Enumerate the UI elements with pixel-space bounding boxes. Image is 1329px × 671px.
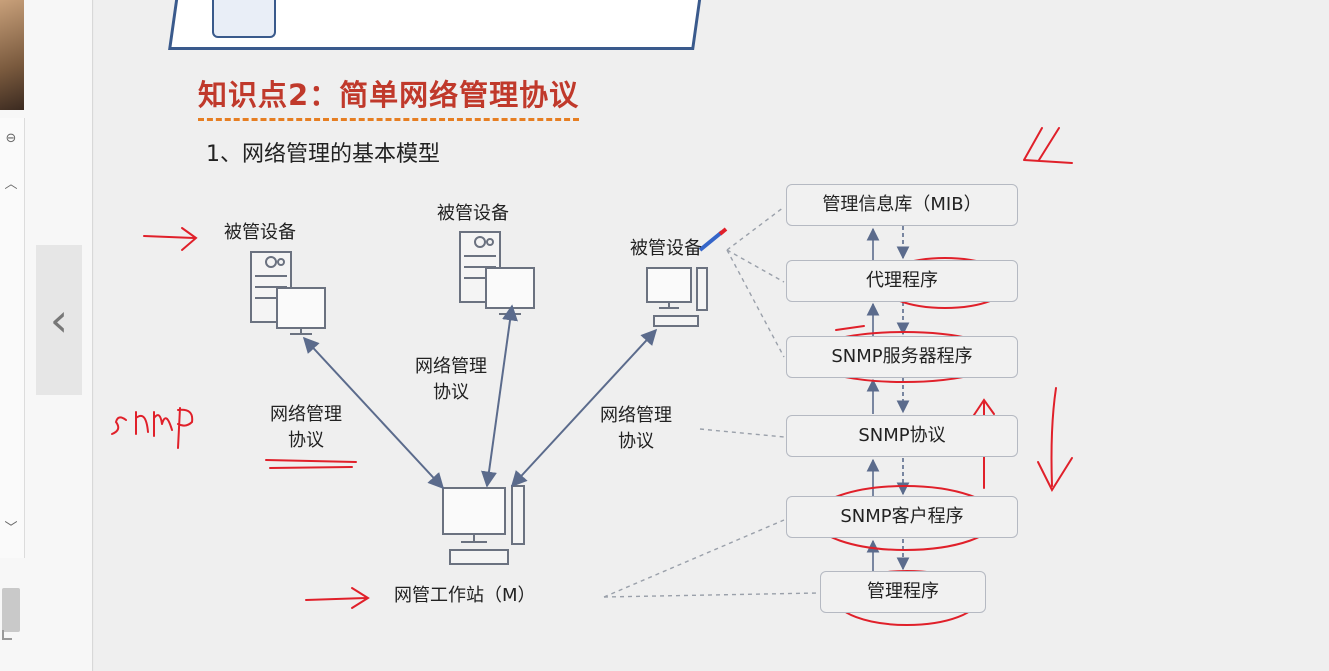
stack-box-snmp-client: SNMP客户程序 (786, 496, 1018, 538)
previous-slide-button[interactable]: ‹ (36, 245, 82, 395)
diagram-graphics (111, 127, 1073, 626)
presenter-video-thumbnail (0, 0, 24, 110)
slide-canvas: 知识点2：简单网络管理协议 1、网络管理的基本模型 被管设备 被管设备 被管设备… (94, 0, 1329, 671)
protocol-label-line: 网络管理 (415, 356, 487, 377)
stack-box-manager: 管理程序 (820, 571, 986, 613)
ink-scribble-snmp (111, 407, 194, 449)
chevron-up-icon[interactable]: ︿ (2, 176, 20, 194)
workstation-label: 网管工作站（M） (394, 585, 536, 606)
left-sidebar: ⊖ ︿ ﹀ ‹ (0, 0, 93, 671)
chevron-down-icon[interactable]: ﹀ (2, 520, 20, 538)
protocol-label-line: 协议 (618, 431, 654, 452)
protocol-label: 网络管理 协议 (415, 354, 487, 406)
scrollbar-thumb[interactable] (2, 588, 20, 632)
protocol-label-line: 协议 (288, 430, 324, 451)
managed-device-label: 被管设备 (630, 238, 702, 259)
stack-box-mib: 管理信息库（MIB） (786, 184, 1018, 226)
protocol-label-line: 网络管理 (270, 404, 342, 425)
ink-arrow-down (1037, 387, 1073, 493)
chevron-left-icon: ‹ (49, 293, 69, 347)
stack-box-snmp-protocol: SNMP协议 (786, 415, 1018, 457)
managed-device-label: 被管设备 (437, 203, 509, 224)
ink-arrow (143, 227, 198, 251)
resize-corner-icon (2, 630, 12, 640)
workstation-icon (442, 485, 525, 565)
stack-box-agent: 代理程序 (786, 260, 1018, 302)
protocol-label-line: 网络管理 (600, 405, 672, 426)
desktop-icon (646, 267, 708, 327)
server-icon (459, 231, 535, 315)
protocol-label: 网络管理 协议 (600, 403, 672, 455)
protocol-label: 网络管理 协议 (270, 402, 342, 454)
collapse-icon[interactable]: ⊖ (2, 130, 20, 148)
ink-arrow (305, 587, 370, 609)
protocol-label-line: 协议 (433, 382, 469, 403)
stack-box-snmp-server: SNMP服务器程序 (786, 336, 1018, 378)
ink-underline (265, 459, 357, 469)
server-icon (250, 251, 326, 335)
slide-panel: ⊖ ︿ ﹀ (0, 118, 25, 632)
pen-cursor-icon (698, 227, 728, 252)
managed-device-label: 被管设备 (224, 222, 296, 243)
ink-mark-top (1023, 127, 1073, 164)
ink-tick (835, 325, 865, 331)
